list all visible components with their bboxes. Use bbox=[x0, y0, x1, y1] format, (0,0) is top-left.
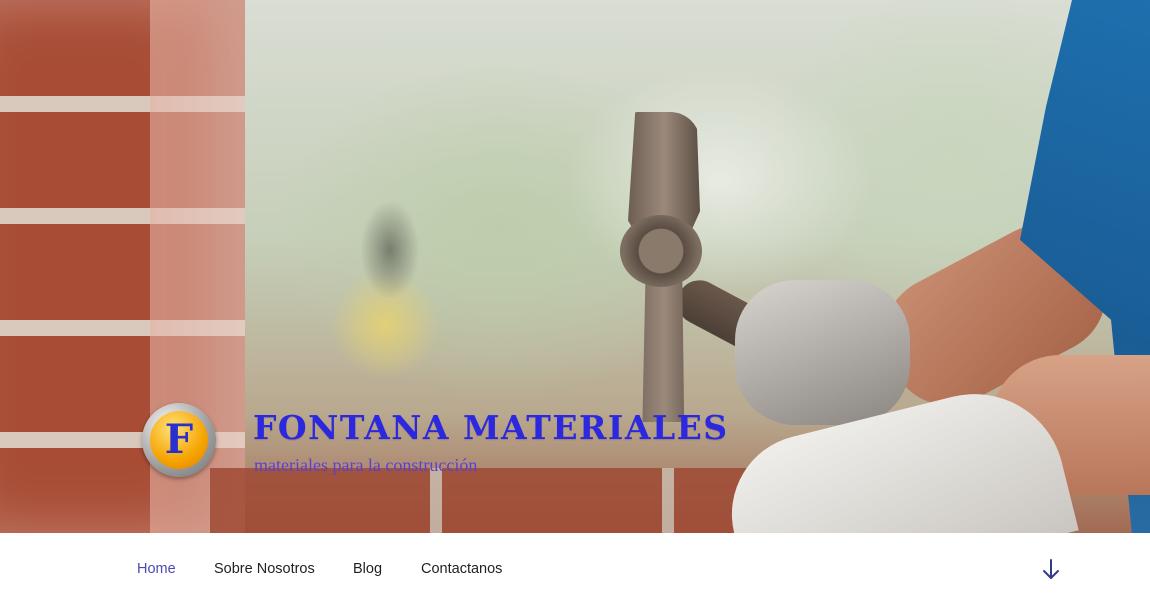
main-navigation: Home Sobre Nosotros Blog Contactanos bbox=[0, 533, 1150, 600]
logo-badge: F bbox=[150, 411, 208, 469]
site-tagline: materiales para la construcción bbox=[254, 455, 478, 475]
header-hero-image: F FONTANA MATERIALES materiales para la … bbox=[0, 0, 1150, 533]
nav-item-sobre-nosotros[interactable]: Sobre Nosotros bbox=[214, 561, 315, 577]
hero-bokeh-dark bbox=[360, 200, 420, 300]
site-logo[interactable]: F bbox=[142, 403, 216, 477]
site-title[interactable]: FONTANA MATERIALES bbox=[253, 408, 729, 447]
logo-letter: F bbox=[164, 416, 194, 463]
nav-item-blog[interactable]: Blog bbox=[353, 561, 382, 577]
hero-brick-row bbox=[210, 468, 770, 533]
scroll-down-button[interactable] bbox=[1040, 557, 1062, 583]
hero-glove-back bbox=[735, 280, 910, 425]
nav-item-home[interactable]: Home bbox=[137, 561, 176, 577]
hero-hammer-eye bbox=[620, 215, 702, 287]
nav-item-contactanos[interactable]: Contactanos bbox=[421, 561, 502, 577]
arrow-down-icon bbox=[1043, 559, 1059, 579]
